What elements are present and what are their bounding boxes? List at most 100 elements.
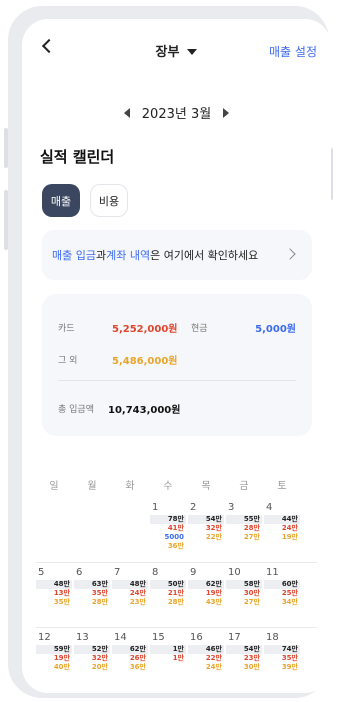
calendar-day[interactable]: 10 58만 30만 27만 [226, 567, 262, 607]
daily-total: 78만 [150, 515, 186, 524]
day-number: 10 [228, 567, 241, 578]
banner-text: 과 [95, 249, 107, 262]
weekday-header: 화 [125, 481, 135, 492]
day-number: 3 [228, 502, 235, 513]
calendar-day[interactable]: 15 1만 1만 [150, 632, 186, 663]
daily-other-amount: 27만 [243, 533, 260, 541]
month-selector: 2023년 3월 [22, 103, 331, 122]
day-number: 2 [190, 502, 197, 513]
daily-total: 1만 [150, 645, 186, 654]
day-number: 12 [38, 632, 51, 643]
daily-card-amount: 13만 [53, 589, 70, 597]
weekday-header: 금 [239, 481, 249, 492]
day-number: 17 [228, 632, 241, 643]
daily-total: 62만 [112, 645, 148, 654]
weekday-header: 목 [201, 481, 211, 492]
top-bar: 장부 매출 설정 [22, 19, 331, 63]
daily-total: 74만 [264, 645, 300, 654]
daily-other-amount: 28만 [167, 598, 184, 606]
day-number: 18 [266, 632, 279, 643]
divider [58, 380, 296, 381]
calendar-day[interactable]: 14 62만 26만 36만 [112, 632, 148, 672]
calendar-day[interactable]: 16 46만 22만 24만 [188, 632, 224, 672]
daily-card-amount: 25만 [281, 589, 298, 597]
calendar-day[interactable]: 4 44만 24만 19만 [264, 502, 300, 542]
daily-other-amount: 19만 [281, 533, 298, 541]
daily-total: 52만 [74, 645, 110, 654]
daily-other-amount: 27만 [243, 598, 260, 606]
day-number: 14 [114, 632, 127, 643]
daily-other-amount: 35만 [53, 598, 70, 606]
week-divider [36, 562, 317, 563]
calendar-day[interactable]: 3 55만 28만 27만 [226, 502, 262, 542]
calendar-day[interactable]: 18 74만 35만 39만 [264, 632, 300, 672]
daily-total: 54만 [226, 645, 262, 654]
day-number: 9 [190, 567, 197, 578]
calendar-day[interactable]: 5 48만 13만 35만 [36, 567, 72, 607]
next-month-icon[interactable] [223, 108, 230, 118]
deposit-info-banner[interactable]: 매출 입금 과 계좌 내역 은 여기에서 확인하세요 [42, 230, 312, 280]
daily-card-amount: 1만 [172, 654, 184, 662]
total-value: 10,743,000원 [108, 405, 181, 416]
sales-settings-link[interactable]: 매출 설정 [269, 43, 317, 60]
calendar-day[interactable]: 12 59만 19만 40만 [36, 632, 72, 672]
day-number: 8 [152, 567, 159, 578]
daily-total: 59만 [36, 645, 72, 654]
daily-other-amount: 22만 [205, 533, 222, 541]
daily-card-amount: 30만 [243, 589, 260, 597]
daily-total: 46만 [188, 645, 224, 654]
banner-highlight: 계좌 내역 [106, 249, 151, 262]
weekday-header: 월 [87, 481, 97, 492]
daily-total: 60만 [264, 580, 300, 589]
other-value: 5,486,000원 [112, 356, 178, 367]
daily-total: 44만 [264, 515, 300, 524]
daily-card-amount: 26만 [129, 654, 146, 662]
calendar-day[interactable]: 6 63만 35만 28만 [74, 567, 110, 607]
calendar-day[interactable]: 1 78만 41만 5000 36만 [150, 502, 186, 551]
daily-card-amount: 32만 [205, 524, 222, 532]
weekday-header: 일 [49, 481, 59, 492]
daily-card-amount: 24만 [281, 524, 298, 532]
app-screen: 장부 매출 설정 2023년 3월 실적 캘린더 매출 비용 매출 입금 과 계좌… [22, 19, 331, 693]
calendar-day[interactable]: 11 60만 25만 34만 [264, 567, 300, 607]
daily-total: 63만 [74, 580, 110, 589]
tab-cost[interactable]: 비용 [90, 184, 128, 217]
daily-card-amount: 24만 [129, 589, 146, 597]
day-number: 16 [190, 632, 203, 643]
section-title: 실적 캘린더 [40, 148, 115, 166]
daily-total: 50만 [150, 580, 186, 589]
daily-other-amount: 34만 [281, 598, 298, 606]
calendar-day[interactable]: 7 48만 24만 23만 [112, 567, 148, 607]
daily-other-amount: 20만 [91, 663, 108, 671]
daily-total: 55만 [226, 515, 262, 524]
prev-month-icon[interactable] [123, 108, 130, 118]
banner-text: 은 여기에서 확인하세요 [150, 249, 259, 262]
daily-card-amount: 35만 [91, 589, 108, 597]
weekday-header: 토 [277, 481, 287, 492]
daily-other-amount: 36만 [129, 663, 146, 671]
calendar-day[interactable]: 9 62만 19만 43만 [188, 567, 224, 607]
day-number: 1 [152, 502, 159, 513]
tab-sales[interactable]: 매출 [42, 184, 80, 217]
daily-total: 54만 [188, 515, 224, 524]
day-number: 6 [76, 567, 83, 578]
calendar-day[interactable]: 2 54만 32만 22만 [188, 502, 224, 542]
daily-total: 58만 [226, 580, 262, 589]
daily-other-amount: 28만 [91, 598, 108, 606]
day-number: 11 [266, 567, 279, 578]
day-number: 7 [114, 567, 121, 578]
daily-card-amount: 41만 [167, 524, 184, 532]
daily-other-amount: 23만 [129, 598, 146, 606]
day-number: 4 [266, 502, 273, 513]
day-number: 5 [38, 567, 45, 578]
daily-card-amount: 35만 [281, 654, 298, 662]
page-title: 장부 [155, 45, 180, 60]
daily-total: 48만 [36, 580, 72, 589]
cash-value: 5,000원 [255, 324, 296, 335]
daily-card-amount: 21만 [167, 589, 184, 597]
calendar-day[interactable]: 8 50만 21만 28만 [150, 567, 186, 607]
calendar-day[interactable]: 17 54만 23만 30만 [226, 632, 262, 672]
calendar-day[interactable]: 13 52만 32만 20만 [74, 632, 110, 672]
daily-total: 48만 [112, 580, 148, 589]
daily-cash-amount: 5000 [164, 533, 184, 541]
